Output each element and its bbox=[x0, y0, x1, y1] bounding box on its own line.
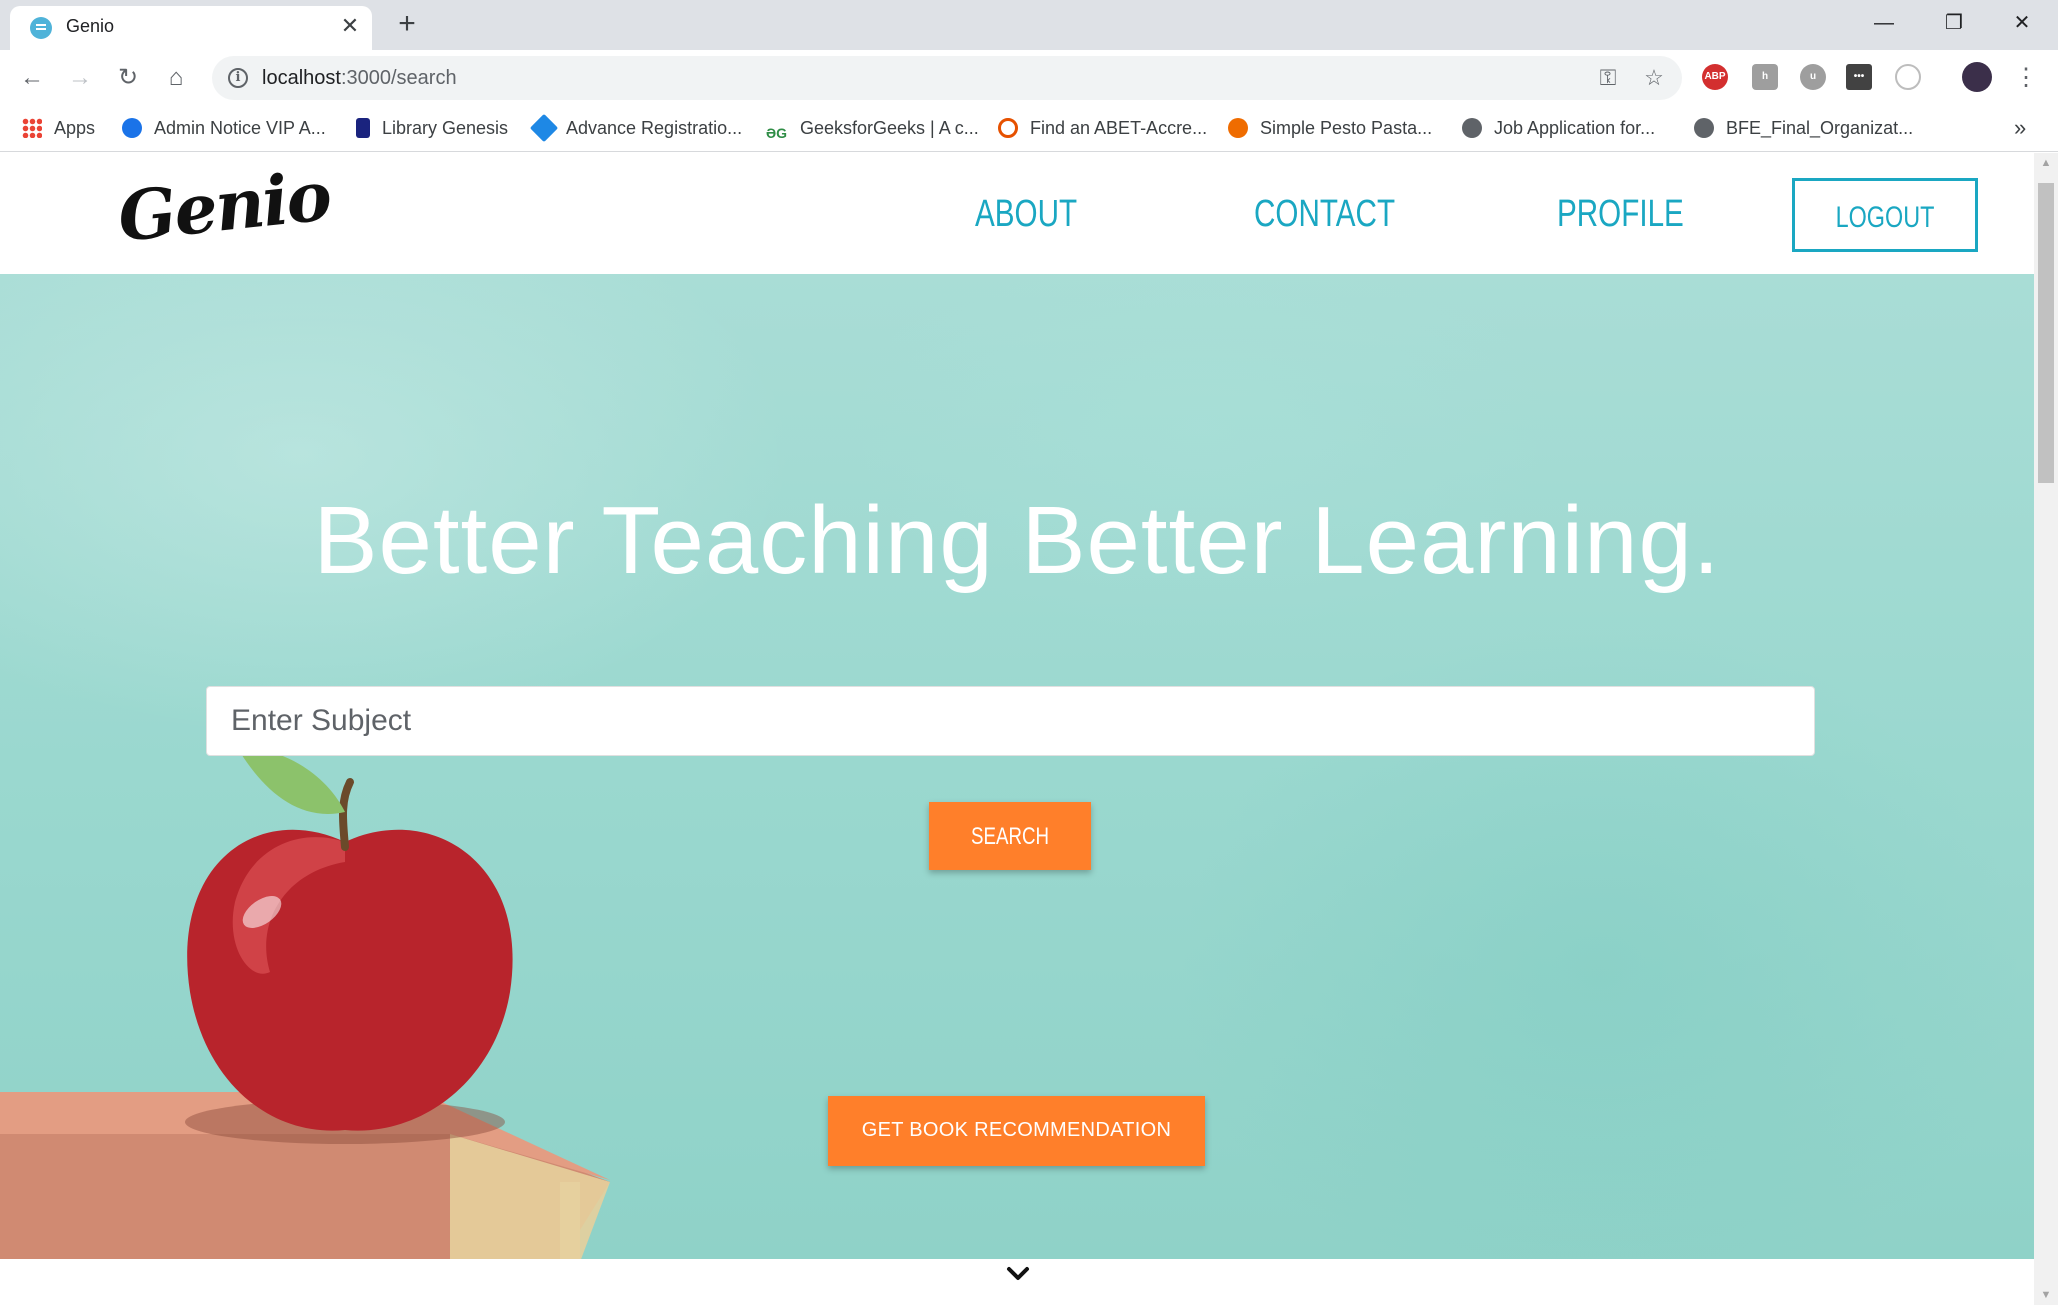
bookmark-advance-registration[interactable]: Advance Registratio... bbox=[529, 113, 743, 143]
bookmark-admin-notice[interactable]: Admin Notice VIP A... bbox=[122, 116, 326, 140]
url-text[interactable]: localhost:3000/search bbox=[262, 67, 457, 90]
site-header: Genio ABOUT CONTACT PROFILE LOGOUT bbox=[0, 153, 2034, 274]
subject-search-input[interactable] bbox=[206, 686, 1815, 756]
reload-icon[interactable]: ↻ bbox=[112, 62, 144, 94]
hero-headline: Better Teaching Better Learning. bbox=[313, 487, 1721, 594]
bookmark-label: Library Genesis bbox=[382, 118, 509, 138]
apple-leaf bbox=[240, 749, 345, 814]
recipe-icon bbox=[1228, 118, 1248, 138]
adblock-icon[interactable]: ABP bbox=[1702, 64, 1728, 90]
tab-close-icon[interactable]: ✕ bbox=[338, 14, 362, 38]
tab-title: Genio bbox=[66, 16, 115, 36]
scroll-thumb[interactable] bbox=[2038, 183, 2054, 483]
scroll-up-arrow-icon[interactable]: ▲ bbox=[2040, 157, 2052, 169]
nav-profile-link[interactable]: PROFILE bbox=[1557, 193, 1684, 236]
key-icon[interactable]: ⚿ bbox=[1596, 66, 1620, 90]
genio-logo[interactable]: Genio bbox=[114, 156, 333, 258]
url-host: localhost bbox=[262, 67, 341, 89]
nav-contact-link[interactable]: CONTACT bbox=[1254, 193, 1395, 236]
abet-icon bbox=[998, 118, 1018, 138]
bookmark-label: GeeksforGeeks | A c... bbox=[800, 118, 979, 138]
bookmark-label: Apps bbox=[54, 118, 96, 138]
scroll-down-arrow-icon[interactable]: ▼ bbox=[2040, 1289, 2052, 1301]
globe-icon bbox=[1462, 118, 1482, 138]
page-scrollbar[interactable]: ▲ ▼ bbox=[2034, 153, 2058, 1305]
apps-grid-icon bbox=[22, 118, 42, 138]
book-recommendation-button[interactable]: GET BOOK RECOMMENDATION bbox=[828, 1096, 1205, 1166]
apple-body bbox=[187, 829, 513, 1131]
restore-button[interactable]: ❐ bbox=[1934, 8, 1974, 38]
bookmark-label: BFE_Final_Organizat... bbox=[1726, 118, 1914, 138]
bookmark-job-application[interactable]: Job Application for... bbox=[1462, 116, 1655, 140]
logout-button[interactable]: LOGOUT bbox=[1792, 178, 1978, 252]
geeks-icon: ƏG bbox=[766, 125, 788, 141]
bookmark-abet[interactable]: Find an ABET-Accre... bbox=[998, 116, 1207, 140]
globe-icon bbox=[1694, 118, 1714, 138]
tab-strip: Genio ✕ + — ❐ ✕ bbox=[0, 0, 2058, 50]
apple-stem bbox=[338, 778, 354, 851]
close-window-button[interactable]: ✕ bbox=[2002, 8, 2042, 38]
nav-about-link[interactable]: ABOUT bbox=[975, 193, 1077, 236]
search-button-label: SEARCH bbox=[970, 823, 1050, 850]
extension-u-icon[interactable]: u bbox=[1800, 64, 1826, 90]
globe-icon bbox=[122, 118, 142, 138]
minimize-button[interactable]: — bbox=[1864, 8, 1904, 38]
extension-h-icon[interactable]: h bbox=[1752, 64, 1778, 90]
browser-tab[interactable]: Genio ✕ bbox=[10, 6, 372, 50]
apple-on-book-illustration bbox=[0, 749, 610, 1259]
back-arrow-icon[interactable]: ← bbox=[16, 62, 48, 94]
site-info-icon[interactable]: i bbox=[228, 68, 248, 88]
browser-menu-icon[interactable]: ⋮ bbox=[2010, 62, 2042, 94]
bookmark-label: Simple Pesto Pasta... bbox=[1260, 118, 1433, 138]
page-viewport: Genio ABOUT CONTACT PROFILE LOGOUT Bette bbox=[0, 153, 2058, 1305]
profile-avatar[interactable] bbox=[1962, 62, 1992, 92]
home-icon[interactable]: ⌂ bbox=[160, 62, 192, 94]
bookmark-label: Find an ABET-Accre... bbox=[1030, 118, 1208, 138]
url-path: :3000/search bbox=[340, 67, 457, 89]
bookmark-label: Job Application for... bbox=[1494, 118, 1656, 138]
logout-label: LOGOUT bbox=[1835, 201, 1935, 234]
new-tab-button[interactable]: + bbox=[392, 9, 422, 40]
chevron-down-icon[interactable] bbox=[1004, 1260, 1032, 1288]
extension-dots-icon[interactable]: ••• bbox=[1846, 64, 1872, 90]
bookmark-label: Advance Registratio... bbox=[566, 118, 743, 138]
diamond-icon bbox=[529, 113, 559, 143]
extension-circle-icon[interactable] bbox=[1895, 64, 1921, 90]
forward-arrow-icon[interactable]: → bbox=[64, 62, 96, 94]
bookmark-bfe-final[interactable]: BFE_Final_Organizat... bbox=[1694, 116, 1913, 140]
address-bar[interactable]: i localhost:3000/search ⚿ ☆ bbox=[212, 56, 1682, 100]
book-recommendation-label: GET BOOK RECOMMENDATION bbox=[861, 1119, 1172, 1141]
bookmark-label: Admin Notice VIP A... bbox=[154, 118, 326, 138]
bookmarks-overflow-button[interactable]: » bbox=[2014, 116, 2026, 140]
bookmark-geeksforgeeks[interactable]: ƏG GeeksforGeeks | A c... bbox=[766, 116, 979, 141]
bookmarks-bar: Apps Admin Notice VIP A... Library Genes… bbox=[0, 106, 2058, 152]
genio-favicon-icon bbox=[30, 17, 52, 39]
bookmark-apps[interactable]: Apps bbox=[22, 116, 95, 140]
library-icon bbox=[356, 118, 370, 138]
hero-section: Better Teaching Better Learning. SEARCH … bbox=[0, 274, 2034, 1259]
bookmark-library-genesis[interactable]: Library Genesis bbox=[356, 116, 508, 140]
star-bookmark-icon[interactable]: ☆ bbox=[1642, 66, 1666, 90]
search-button[interactable]: SEARCH bbox=[929, 802, 1091, 870]
bookmark-pesto-pasta[interactable]: Simple Pesto Pasta... bbox=[1228, 116, 1432, 140]
browser-toolbar: ← → ↻ ⌂ i localhost:3000/search ⚿ ☆ ABP … bbox=[0, 50, 2058, 106]
